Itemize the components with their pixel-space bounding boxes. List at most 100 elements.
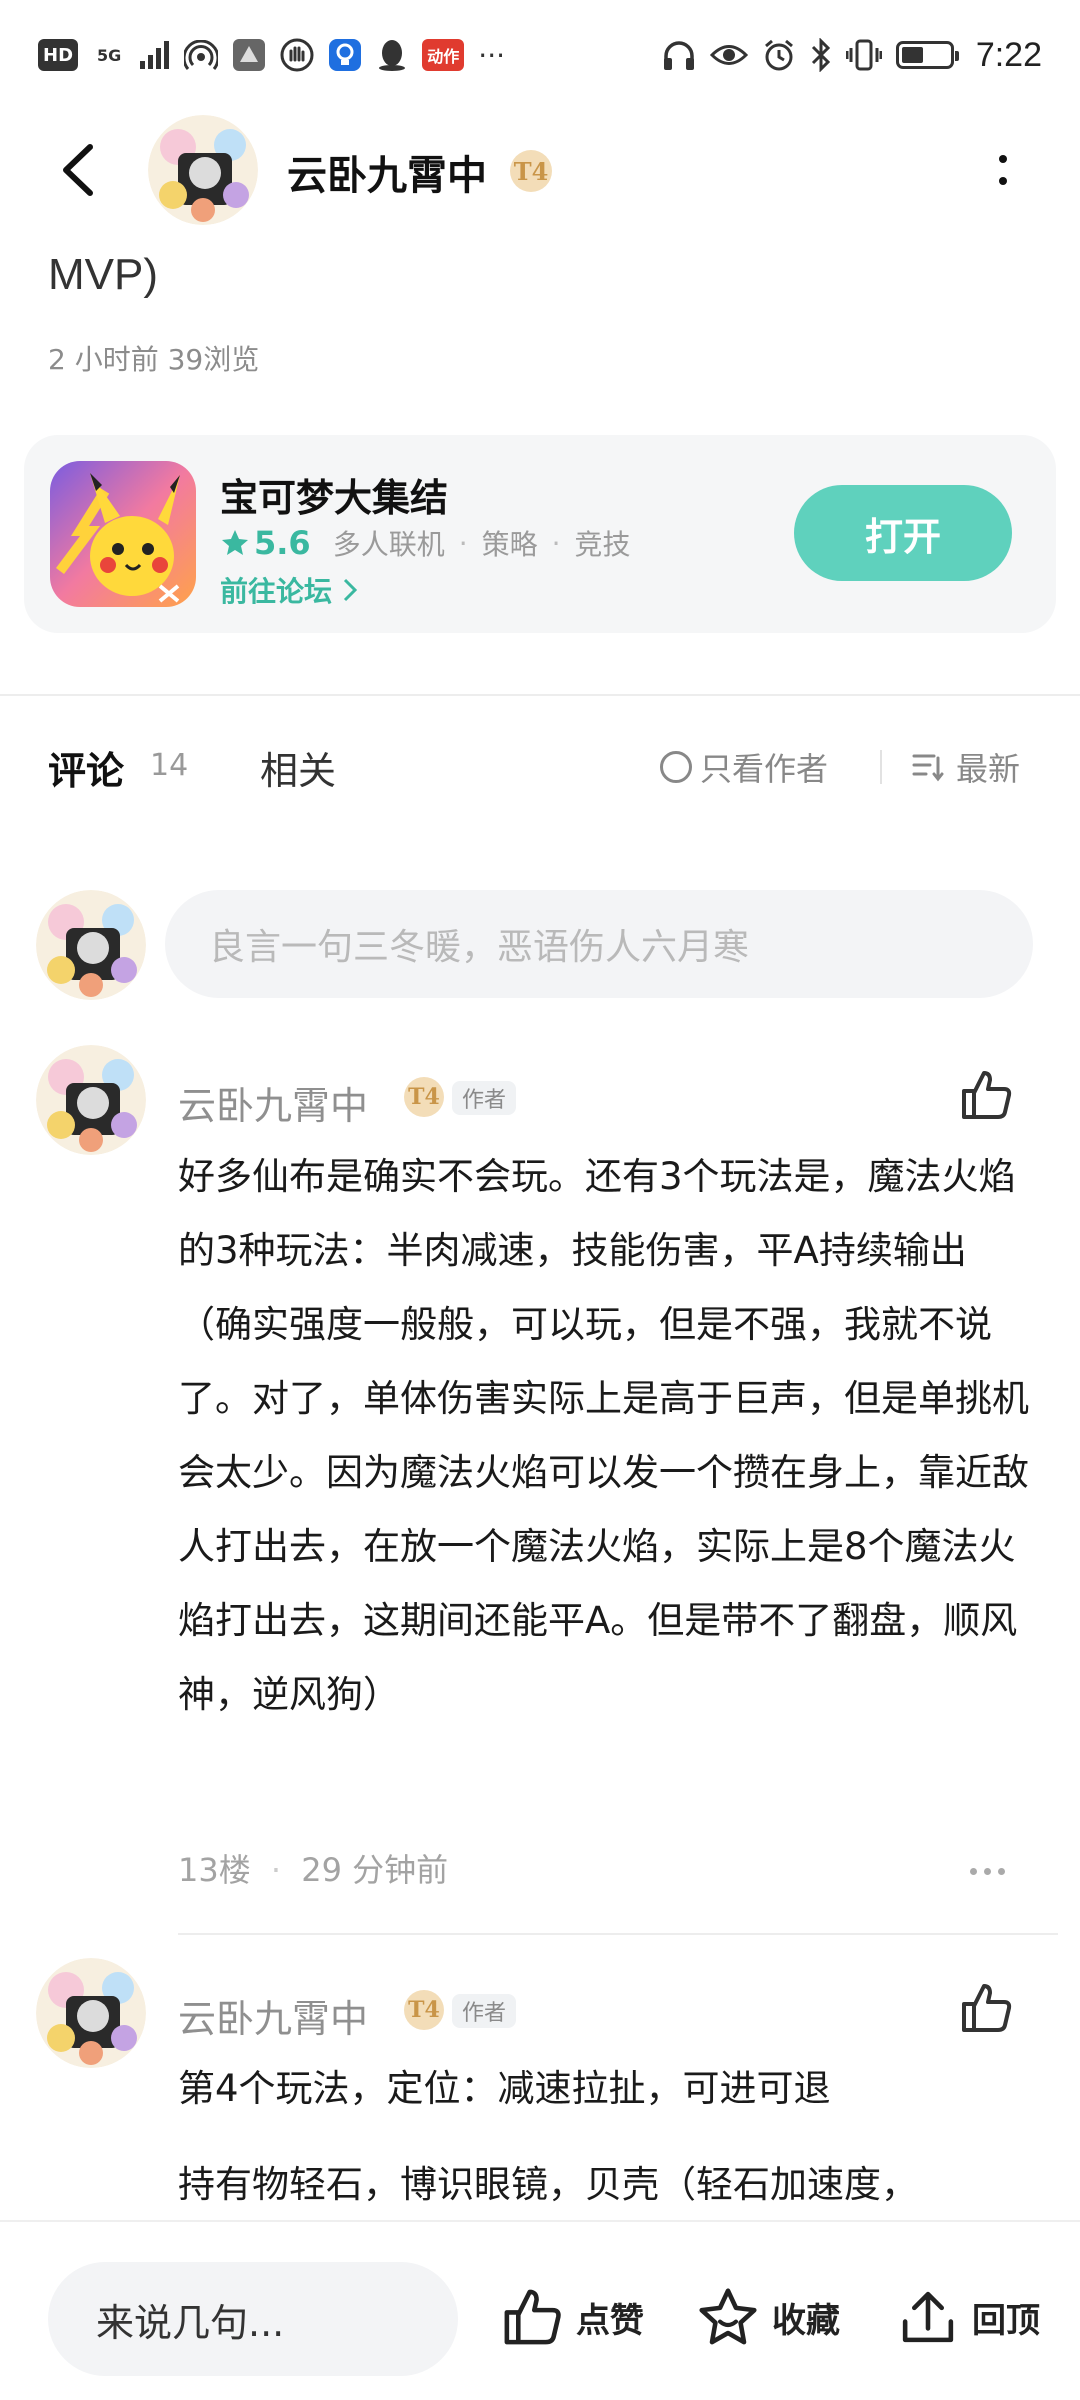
radio-circle-icon [660,751,692,783]
sort-icon [912,754,944,782]
qq-icon [379,40,406,71]
game-card[interactable]: 宝可梦大集结 5.6 多人联机 · 策略 · 竞技 前往论坛 打开 [24,435,1056,633]
back-to-top-button[interactable]: 回顶 [896,2282,1040,2352]
footer-separator: · [270,1851,282,1889]
status-bar: HD 5G 动作 ··· 7:22 [0,0,1080,110]
bottom-comment-input[interactable]: 来说几句... [48,2262,458,2376]
avatar-illustration [148,115,258,225]
star-outline-icon [699,2288,757,2345]
comment-item: 云卧九霄中 T4 作者 第4个玩法，定位：减速拉扯，可进可退 持有物轻石，博识眼… [0,1958,1080,2220]
vibrate-icon [845,39,882,71]
like-button[interactable] [958,1980,1014,2036]
open-game-button[interactable]: 打开 [794,485,1012,581]
more-dot [984,1868,991,1875]
tab-related[interactable]: 相关 [260,740,336,795]
comment-more-button[interactable] [970,1868,1005,1875]
like-post-button[interactable]: 点赞 [500,2282,644,2352]
network-type-indicator: 5G [97,45,122,65]
favorite-button[interactable]: 收藏 [696,2282,840,2352]
game-name: 宝可梦大集结 [220,476,449,520]
back-button[interactable] [50,135,110,205]
comment-avatar[interactable] [36,1958,146,2068]
hotspot-icon [184,40,219,70]
comment-divider [178,1933,1058,1935]
comment-footer: 13楼 · 29 分钟前 [178,1845,1038,1891]
star-icon [222,530,248,555]
game-tag: 竞技 [574,528,631,561]
thumbs-up-icon [962,1071,1012,1119]
game-tag: 多人联机 [332,528,445,561]
post-content-tail: MVP) [48,250,158,299]
battery-icon [895,41,959,69]
game-tag: 策略 [481,528,538,561]
thumbs-up-icon [962,1984,1012,2032]
comment-text-line: 第4个玩法，定位：减速拉扯，可进可退 [178,2067,831,2110]
game-rating-value: 5.6 [254,524,311,562]
thumbs-up-icon [504,2289,561,2345]
comment-item: 云卧九霄中 T4 作者 好多仙布是确实不会玩。还有3个玩法是，魔法火焰的3种玩法… [0,1045,1080,1965]
back-arrow-icon [63,144,93,196]
eye-icon [709,45,748,65]
more-dot [999,177,1007,185]
pikachu-icon [50,461,196,607]
avatar-illustration [36,1958,146,2068]
hd-indicator: HD [38,39,79,71]
status-bar-left: HD 5G 动作 ··· [38,38,505,72]
author-tag: 作者 [452,1081,517,1115]
comment-tabs: 评论 14 相关 只看作者 最新 [0,730,1080,810]
comment-author[interactable]: 云卧九霄中 [178,1988,368,2043]
forum-link[interactable]: 前往论坛 [220,570,358,610]
author-only-toggle[interactable]: 只看作者 [660,744,828,790]
game-tags: 5.6 多人联机 · 策略 · 竞技 [220,523,631,563]
nav-title: 云卧九霄中 [287,153,487,199]
author-tag: 作者 [452,1994,517,2028]
more-notifications-indicator: ··· [478,38,505,72]
sort-button[interactable]: 最新 [912,744,1020,790]
status-bar-right: 7:22 [662,36,1042,75]
bottom-action-bar: 来说几句... 点赞 收藏 回顶 [0,2220,1080,2400]
chevron-right-icon [343,578,358,602]
comment-floor: 13楼 [178,1851,251,1889]
comment-time: 29 分钟前 [301,1851,449,1889]
comment-avatar[interactable] [36,1045,146,1155]
forum-link-label: 前往论坛 [220,575,333,608]
tab-comments[interactable]: 评论 [48,740,124,795]
tag-separator: · [458,526,468,560]
tag-separator: · [551,526,561,560]
game-icon[interactable] [50,461,196,607]
like-button[interactable] [958,1067,1014,1123]
news-app-icon: 动作 [422,39,465,71]
bluetooth-icon [811,38,830,72]
filter-divider [880,750,882,784]
author-avatar[interactable] [148,115,258,225]
level-badge: T4 [404,1077,444,1117]
like-label: 点赞 [576,2300,644,2341]
favorite-label: 收藏 [772,2300,840,2341]
more-dot [999,155,1007,163]
clock: 7:22 [975,35,1042,74]
user-avatar[interactable] [36,890,146,1000]
avatar-illustration [36,890,146,1000]
more-dot [970,1868,977,1875]
level-badge: T4 [510,150,552,192]
signal-icon [140,41,170,69]
comment-text: 第4个玩法，定位：减速拉扯，可进可退 持有物轻石，博识眼镜，贝壳（轻石加速度， [178,2052,1038,2220]
game-rating: 5.6 [220,524,311,562]
comments-count: 14 [150,748,189,783]
more-dot [998,1868,1005,1875]
comment-text: 好多仙布是确实不会玩。还有3个玩法是，魔法火焰的3种玩法：半肉减速，技能伤害，平… [178,1155,1029,1716]
level-badge: T4 [404,1990,444,2030]
app-notification-icon [233,39,266,71]
more-options-button[interactable] [985,145,1021,195]
section-divider [0,694,1080,696]
bulb-app-icon [329,39,362,71]
author-only-label: 只看作者 [700,750,829,788]
headphones-icon [663,41,694,70]
post-meta: 2 小时前 39浏览 [48,343,260,376]
battery-level [901,47,923,63]
comment-input[interactable]: 良言一句三冬暖，恶语伤人六月寒 [165,890,1033,998]
upload-arrow-icon [902,2291,954,2343]
comment-author[interactable]: 云卧九霄中 [178,1075,368,1130]
avatar-illustration [36,1045,146,1155]
comment-text-line: 持有物轻石，博识眼镜，贝壳（轻石加速度， [178,2163,918,2206]
